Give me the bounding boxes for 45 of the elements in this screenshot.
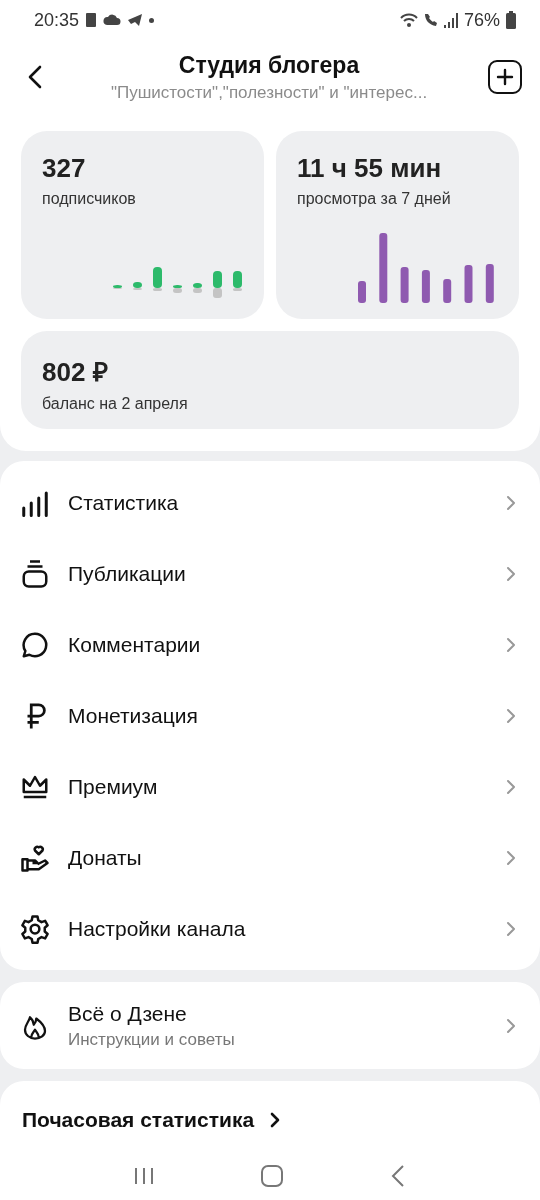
call-icon — [423, 13, 438, 27]
phone-icon — [85, 12, 98, 28]
paper-plane-icon — [127, 13, 144, 27]
page-title: Студия блогера — [178, 51, 360, 79]
battery-icon — [506, 11, 516, 29]
menu-item[interactable]: Публикации — [0, 538, 540, 609]
menu-item-label: Монетизация — [68, 703, 199, 728]
menu-item[interactable]: Статистика — [0, 467, 540, 538]
menu-item[interactable]: Комментарии — [0, 609, 540, 680]
plus-icon — [495, 67, 515, 87]
menu-item[interactable]: Донаты — [0, 822, 540, 893]
menu-item-label: Премиум — [68, 774, 159, 799]
menu-item[interactable]: Монетизация — [0, 680, 540, 751]
menu-item-label: Статистика — [68, 490, 180, 515]
menu-item-label: Донаты — [68, 845, 143, 870]
stat-card[interactable]: 11 ч 55 мин просмотра за 7 дней — [276, 131, 519, 319]
signal-icon — [443, 12, 458, 28]
stat-card[interactable]: 802 ₽ баланс на 2 апреля — [21, 331, 519, 429]
hourly-stats-link[interactable]: Почасовая статистика — [22, 1103, 283, 1137]
menu-item[interactable]: Настройки канала — [0, 893, 540, 964]
stat-label: подписчиков — [42, 190, 137, 208]
about-card[interactable]: Всё о Дзене Инструкции и советы — [0, 982, 540, 1069]
gear-icon — [20, 913, 50, 944]
stat-label: просмотра за 7 дней — [297, 190, 452, 208]
battery-level-text: 76% — [463, 9, 500, 31]
about-title: Всё о Дзене — [68, 1001, 188, 1026]
cloud-icon — [103, 14, 122, 26]
menu-item[interactable]: Премиум — [0, 751, 540, 822]
stat-value: 11 ч 55 мин — [297, 153, 443, 184]
menu-item-label: Публикации — [68, 561, 187, 586]
recent-apps-icon[interactable] — [132, 1165, 155, 1187]
stack-icon — [20, 558, 50, 589]
status-time: 20:35 — [34, 9, 80, 31]
home-icon[interactable] — [260, 1164, 284, 1188]
add-button[interactable] — [488, 60, 522, 94]
menu-item-label: Комментарии — [68, 632, 202, 657]
stat-label: баланс на 2 апреля — [42, 395, 189, 413]
about-subtitle: Инструкции и советы — [68, 1029, 236, 1050]
dot-icon — [149, 17, 155, 23]
channel-name: "Пушистости","полезности" и "интерес... — [110, 82, 428, 103]
stat-value: 327 — [42, 153, 87, 184]
stat-value: 802 ₽ — [42, 356, 109, 389]
stat-card[interactable]: 327 подписчиков — [21, 131, 264, 319]
menu-item-label: Настройки канала — [68, 916, 247, 941]
wifi-icon — [399, 12, 418, 28]
